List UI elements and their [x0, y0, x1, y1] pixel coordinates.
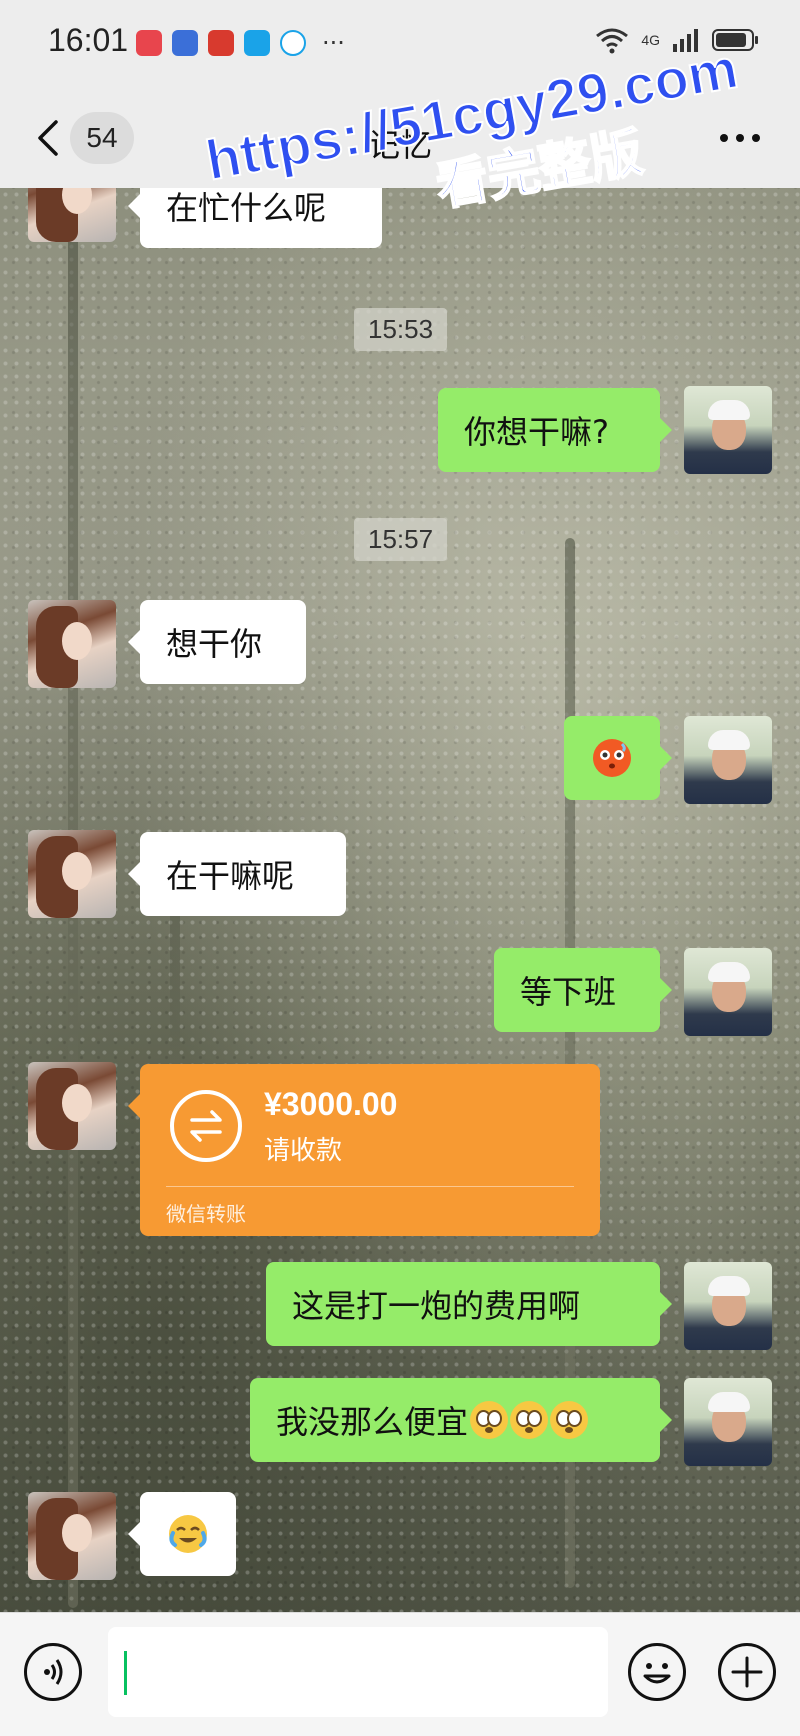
my-avatar[interactable] [684, 716, 772, 804]
message-list[interactable]: 在忙什么呢 15:53 你想干嘛? 15:57 想干你 在干嘛呢 等下班 ¥30… [0, 188, 800, 1612]
background-streak [68, 228, 78, 1608]
app-notification-icon [136, 30, 162, 56]
message-input[interactable] [108, 1627, 608, 1717]
flushed-face-icon [470, 1401, 509, 1439]
chat-header: 54 记忆 [0, 88, 800, 188]
app-notification-icon [280, 30, 306, 56]
message-bubble-received[interactable]: 想干你 [128, 600, 306, 684]
message-text: 在忙什么呢 [166, 189, 327, 227]
more-dot-icon [736, 134, 744, 142]
transfer-source-label: 微信转账 [166, 1202, 246, 1226]
blushing-face-icon [593, 739, 631, 777]
message-bubble-sent[interactable]: 这是打一炮的费用啊 [266, 1262, 672, 1346]
my-avatar[interactable] [684, 1378, 772, 1466]
message-text: 你想干嘛? [464, 413, 609, 451]
status-notification-icons: ··· [136, 30, 345, 56]
transfer-card[interactable]: ¥3000.00 请收款 微信转账 [128, 1064, 600, 1236]
plus-icon [731, 1656, 763, 1688]
chat-title: 记忆 [367, 126, 432, 164]
transfer-status: 请收款 [264, 1136, 343, 1166]
more-options-button[interactable] [720, 134, 760, 142]
message-bubble-sent[interactable]: 我没那么便宜 [250, 1378, 672, 1462]
status-bar: 16:01 ··· 4G [0, 0, 800, 88]
message-text: 在干嘛呢 [166, 857, 295, 895]
more-functions-button[interactable] [718, 1643, 776, 1701]
divider [166, 1186, 574, 1187]
flushed-face-icon [550, 1401, 589, 1439]
message-bubble-sent[interactable]: 你想干嘛? [438, 388, 672, 472]
more-dot-icon [752, 134, 760, 142]
input-bar [0, 1612, 800, 1736]
message-bubble-sent[interactable]: 等下班 [494, 948, 672, 1032]
status-time: 16:01 [48, 22, 129, 58]
contact-avatar[interactable] [28, 1492, 116, 1580]
my-avatar[interactable] [684, 948, 772, 1036]
more-notifications-icon: ··· [322, 29, 345, 57]
contact-avatar[interactable] [28, 1062, 116, 1150]
smiley-icon [643, 1663, 671, 1684]
my-avatar[interactable] [684, 386, 772, 474]
message-bubble-received[interactable]: 在干嘛呢 [128, 832, 346, 916]
message-text: 这是打一炮的费用啊 [292, 1287, 581, 1325]
emoji-button[interactable] [628, 1643, 686, 1701]
message-bubble-sent[interactable] [564, 716, 672, 800]
text-cursor [124, 1651, 127, 1695]
network-type: 4G [641, 32, 660, 48]
crying-laughing-face-icon [169, 1515, 207, 1553]
message-bubble-received[interactable] [128, 1492, 236, 1576]
message-text: 我没那么便宜 [276, 1403, 469, 1441]
battery-icon [712, 29, 758, 51]
app-notification-icon [208, 30, 234, 56]
contact-avatar[interactable] [28, 188, 116, 242]
signal-icon [673, 29, 698, 52]
transfer-amount: ¥3000.00 [264, 1086, 398, 1122]
voice-input-button[interactable] [24, 1643, 82, 1701]
status-system-icons: 4G [595, 26, 760, 54]
message-bubble-received[interactable]: 在忙什么呢 [128, 188, 382, 248]
contact-avatar[interactable] [28, 600, 116, 688]
wifi-icon [596, 28, 629, 54]
voice-icon [44, 1659, 63, 1685]
message-text: 等下班 [520, 973, 617, 1011]
message-timestamp: 15:53 [354, 308, 448, 351]
more-dot-icon [720, 134, 728, 142]
contact-avatar[interactable] [28, 830, 116, 918]
app-notification-icon [172, 30, 198, 56]
transfer-icon [170, 1090, 242, 1162]
app-notification-icon [244, 30, 270, 56]
message-timestamp: 15:57 [354, 518, 448, 561]
my-avatar[interactable] [684, 1262, 772, 1350]
flushed-face-icon [510, 1401, 549, 1439]
message-text: 想干你 [166, 625, 263, 663]
